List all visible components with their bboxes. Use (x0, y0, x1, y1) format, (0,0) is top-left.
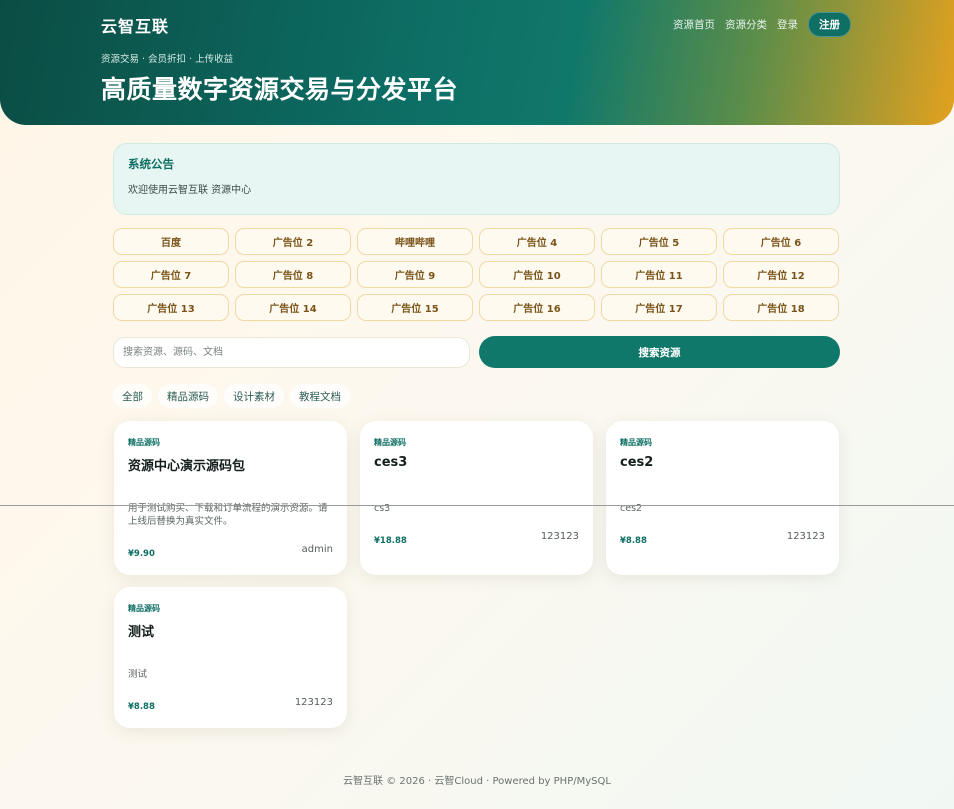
ad-slot[interactable]: 广告位 10 (479, 261, 595, 288)
ad-slot[interactable]: 广告位 4 (479, 228, 595, 255)
card-author: admin (301, 544, 333, 555)
card-category: 精品源码 (374, 438, 406, 447)
footer-text: 云智互联 © 2026 · 云智Cloud · Powered by PHP/M… (343, 776, 611, 787)
ad-slot[interactable]: 广告位 17 (601, 294, 717, 321)
card-title: ces2 (620, 455, 654, 470)
register-button[interactable]: 注册 (808, 12, 851, 37)
ad-slot[interactable]: 广告位 7 (113, 261, 229, 288)
ad-slot[interactable]: 百度 (113, 228, 229, 255)
card-price: ¥9.90 (128, 549, 155, 559)
tab-all[interactable]: 全部 (113, 384, 152, 408)
top-nav: 资源首页 资源分类 登录 注册 (663, 12, 851, 37)
card-description: 测试 (128, 669, 148, 680)
ad-slot[interactable]: 哔哩哔哩 (357, 228, 473, 255)
ad-slot[interactable]: 广告位 8 (235, 261, 351, 288)
divider (0, 505, 954, 506)
nav-login-link[interactable]: 登录 (777, 17, 798, 32)
card-author: 123123 (786, 531, 825, 542)
nav-home-link[interactable]: 资源首页 (673, 17, 715, 32)
ad-slot[interactable]: 广告位 11 (601, 261, 717, 288)
tab-tutorials[interactable]: 教程文档 (290, 384, 350, 408)
card-author: 123123 (540, 531, 579, 542)
resource-card[interactable]: 精品源码 ces2 ces2 ¥8.88 123123 (606, 421, 839, 575)
ad-slot[interactable]: 广告位 14 (235, 294, 351, 321)
card-title: 测试 (128, 625, 155, 640)
ad-slot[interactable]: 广告位 16 (479, 294, 595, 321)
ad-slot[interactable]: 广告位 15 (357, 294, 473, 321)
search-button[interactable]: 搜索资源 (479, 336, 840, 368)
card-category: 精品源码 (128, 438, 160, 447)
resource-card[interactable]: 精品源码 ces3 cs3 ¥18.88 123123 (360, 421, 593, 575)
category-tabs: 全部 精品源码 设计素材 教程文档 (113, 384, 356, 408)
brand-logo[interactable]: 云智互联 (101, 13, 169, 37)
search-input[interactable] (113, 337, 470, 368)
nav-category-link[interactable]: 资源分类 (725, 17, 767, 32)
card-category: 精品源码 (128, 604, 160, 613)
card-author: 123123 (294, 697, 333, 708)
resource-card[interactable]: 精品源码 测试 测试 ¥8.88 123123 (114, 587, 347, 728)
notice-text: 欢迎使用云智互联 资源中心 (128, 185, 252, 196)
ad-slot[interactable]: 广告位 5 (601, 228, 717, 255)
tab-design-assets[interactable]: 设计素材 (224, 384, 284, 408)
card-description: ces2 (620, 503, 643, 514)
card-description: cs3 (374, 503, 391, 514)
tab-source-code[interactable]: 精品源码 (158, 384, 218, 408)
card-price: ¥18.88 (374, 536, 407, 546)
card-price: ¥8.88 (128, 702, 155, 712)
resource-card[interactable]: 精品源码 资源中心演示源码包 用于测试购买、下载和订单流程的演示资源。请上线后替… (114, 421, 347, 575)
system-notice: 系统公告 欢迎使用云智互联 资源中心 (113, 143, 840, 215)
card-price: ¥8.88 (620, 536, 647, 546)
ad-slot[interactable]: 广告位 13 (113, 294, 229, 321)
ad-grid: 百度 广告位 2 哔哩哔哩 广告位 4 广告位 5 广告位 6 广告位 7 广告… (113, 228, 840, 321)
ad-slot[interactable]: 广告位 12 (723, 261, 839, 288)
card-title: 资源中心演示源码包 (128, 459, 246, 474)
hero-subtitle: 资源交易 · 会员折扣 · 上传收益 (101, 54, 234, 65)
hero-banner: 云智互联 资源首页 资源分类 登录 注册 资源交易 · 会员折扣 · 上传收益 … (0, 0, 954, 125)
ad-slot[interactable]: 广告位 6 (723, 228, 839, 255)
card-category: 精品源码 (620, 438, 652, 447)
notice-title: 系统公告 (128, 157, 174, 171)
ad-slot[interactable]: 广告位 2 (235, 228, 351, 255)
card-title: ces3 (374, 455, 408, 470)
page-title: 高质量数字资源交易与分发平台 (101, 75, 459, 104)
ad-slot[interactable]: 广告位 18 (723, 294, 839, 321)
ad-slot[interactable]: 广告位 9 (357, 261, 473, 288)
